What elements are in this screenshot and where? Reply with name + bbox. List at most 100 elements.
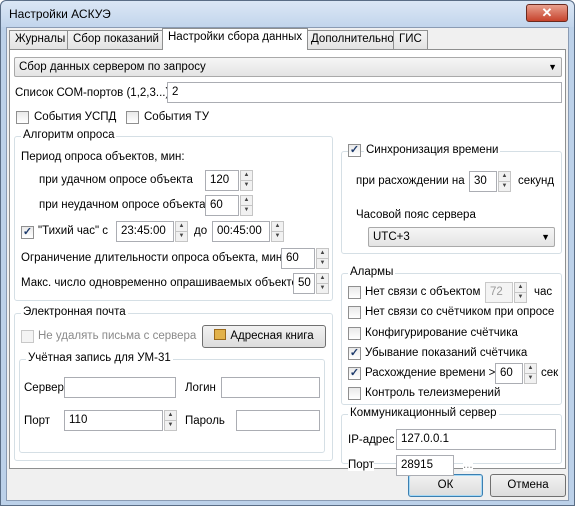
- no-link-label: Нет связи с объектом: [365, 286, 481, 298]
- alarms-title: Алармы: [348, 266, 396, 278]
- time-diff-unit: секунд: [518, 175, 555, 187]
- time-diff-input[interactable]: 30: [469, 171, 497, 192]
- fail-poll-input[interactable]: 60: [205, 195, 239, 216]
- tab-collection-settings[interactable]: Настройки сбора данных: [162, 28, 309, 50]
- mail-port-label: Порт: [24, 415, 51, 427]
- telemetry-label: Контроль телеизмерений: [365, 387, 501, 399]
- poll-duration-label: Ограничение длительности опроса объекта,…: [21, 252, 283, 264]
- alarms-group: Алармы Нет связи с объектом 72 ▲ ▼ час Не…: [341, 266, 562, 405]
- ip-label: IP-адрес: [348, 434, 395, 446]
- tab-gis[interactable]: ГИС: [393, 30, 428, 49]
- tab-page: Сбор данных сервером по запросу ▼ Список…: [9, 49, 566, 476]
- success-poll-spinner[interactable]: ▲ ▼: [240, 170, 253, 191]
- keep-letters-label: Не удалять письма с сервера: [38, 330, 197, 342]
- chevron-down-icon: ▼: [548, 62, 557, 72]
- quiet-from-spinner[interactable]: ▲ ▼: [175, 221, 188, 242]
- telemetry-checkbox[interactable]: [348, 387, 361, 400]
- events-tu-checkbox[interactable]: [126, 111, 139, 124]
- email-title: Электронная почта: [21, 306, 128, 318]
- tab-journals[interactable]: Журналы: [9, 30, 72, 49]
- no-link-hours-unit: час: [534, 286, 553, 298]
- time-diff-spinner[interactable]: ▲ ▼: [498, 171, 511, 192]
- config-meter-checkbox[interactable]: [348, 327, 361, 340]
- tab-readings[interactable]: Сбор показаний: [67, 30, 165, 49]
- time-diff-alarm-label: Расхождение времени >: [365, 367, 496, 379]
- time-sync-group: ✓ Синхронизация времени при расхождении …: [341, 144, 562, 254]
- max-objects-label: Макс. число одновременно опрашиваемых об…: [21, 277, 305, 289]
- email-group: Электронная почта Не удалять письма с се…: [14, 306, 333, 461]
- events-uspd-checkbox[interactable]: [16, 111, 29, 124]
- password-input[interactable]: [236, 410, 320, 431]
- mail-port-spinner[interactable]: ▲ ▼: [164, 410, 177, 431]
- timezone-select[interactable]: UTC+3 ▼: [368, 227, 555, 247]
- quiet-to-label: до: [194, 225, 208, 237]
- ok-button[interactable]: ОК: [408, 474, 483, 497]
- tab-additional[interactable]: Дополнительно: [305, 30, 400, 49]
- no-link-checkbox[interactable]: [348, 286, 361, 299]
- time-diff-alarm-input[interactable]: 60: [495, 363, 523, 384]
- comm-server-group: Коммуникационный сервер IP-адрес 127.0.0…: [341, 407, 562, 476]
- quiet-from-input[interactable]: 23:45:00: [116, 221, 174, 242]
- server-port-label: Порт: [348, 459, 375, 471]
- decrease-label: Убывание показаний счётчика: [365, 347, 528, 359]
- fail-poll-spinner[interactable]: ▲ ▼: [240, 195, 253, 216]
- time-diff-alarm-spinner[interactable]: ▲ ▼: [524, 363, 537, 384]
- server-input[interactable]: [64, 377, 176, 398]
- address-book-label: Адресная книга: [230, 330, 314, 342]
- chevron-down-icon: ▼: [541, 232, 550, 242]
- window-title: Настройки АСКУЭ: [9, 7, 111, 21]
- no-link-hours-spinner[interactable]: ▲ ▼: [514, 282, 527, 303]
- fail-poll-label: при неудачном опросе объекта: [39, 199, 206, 211]
- poll-period-label: Период опроса объектов, мин:: [21, 151, 185, 163]
- events-uspd-label: События УСПД: [34, 111, 117, 123]
- poll-algorithm-group: Алгоритм опроса Период опроса объектов, …: [14, 129, 333, 301]
- login-label: Логин: [185, 382, 216, 394]
- com-ports-label: Список СОМ-портов (1,2,3...): [15, 87, 170, 99]
- quiet-to-input[interactable]: 00:45:00: [212, 221, 270, 242]
- no-link-hours-input[interactable]: 72: [485, 282, 513, 303]
- book-icon: [214, 329, 227, 340]
- settings-window: Настройки АСКУЭ ✕ Журналы Сбор показаний…: [0, 0, 575, 506]
- dialog-client: Журналы Сбор показаний Настройки сбора д…: [6, 27, 569, 501]
- server-port-dots: ...: [463, 459, 473, 471]
- collection-mode-value: Сбор данных сервером по запросу: [19, 61, 206, 73]
- comm-server-title: Коммуникационный сервер: [348, 407, 499, 419]
- max-objects-input[interactable]: 50: [293, 273, 315, 294]
- max-objects-spinner[interactable]: ▲ ▼: [316, 273, 329, 294]
- collection-mode-select[interactable]: Сбор данных сервером по запросу ▼: [14, 57, 562, 77]
- login-input[interactable]: [221, 377, 320, 398]
- config-meter-label: Конфигурирование счётчика: [365, 327, 518, 339]
- events-tu-label: События ТУ: [144, 111, 209, 123]
- no-link-meter-label: Нет связи со счётчиком при опросе: [365, 306, 555, 318]
- decrease-checkbox[interactable]: ✓: [348, 347, 361, 360]
- timezone-label: Часовой пояс сервера: [356, 209, 476, 221]
- address-book-button[interactable]: Адресная книга: [202, 325, 326, 348]
- server-label: Сервер: [24, 382, 64, 394]
- poll-duration-spinner[interactable]: ▲ ▼: [316, 248, 329, 269]
- time-sync-checkbox[interactable]: ✓: [348, 144, 361, 157]
- com-ports-input[interactable]: 2: [167, 82, 562, 103]
- password-label: Пароль: [185, 415, 225, 427]
- time-sync-label: Синхронизация времени: [364, 144, 501, 156]
- mail-port-input[interactable]: 110: [64, 410, 163, 431]
- time-diff-alarm-checkbox[interactable]: ✓: [348, 367, 361, 380]
- time-diff-alarm-unit: сек: [541, 367, 559, 379]
- ip-input[interactable]: 127.0.0.1: [396, 429, 556, 450]
- poll-algorithm-title: Алгоритм опроса: [21, 129, 117, 141]
- poll-duration-input[interactable]: 60: [281, 248, 315, 269]
- cancel-button[interactable]: Отмена: [490, 474, 566, 497]
- quiet-to-spinner[interactable]: ▲ ▼: [271, 221, 284, 242]
- no-link-meter-checkbox[interactable]: [348, 306, 361, 319]
- keep-letters-checkbox[interactable]: [21, 330, 34, 343]
- server-port-input[interactable]: 28915: [396, 455, 454, 476]
- account-group: Учётная запись для УМ-31 Сервер Логин По…: [19, 352, 325, 453]
- success-poll-input[interactable]: 120: [205, 170, 239, 191]
- timezone-value: UTC+3: [373, 231, 410, 243]
- account-title: Учётная запись для УМ-31: [26, 352, 173, 364]
- quiet-hour-checkbox[interactable]: ✓: [21, 226, 34, 239]
- close-button[interactable]: ✕: [526, 4, 568, 22]
- quiet-hour-label: "Тихий час" с: [38, 225, 108, 237]
- time-diff-label: при расхождении на: [356, 175, 465, 187]
- title-bar: Настройки АСКУЭ ✕: [1, 1, 574, 27]
- success-poll-label: при удачном опросе объекта: [39, 174, 193, 186]
